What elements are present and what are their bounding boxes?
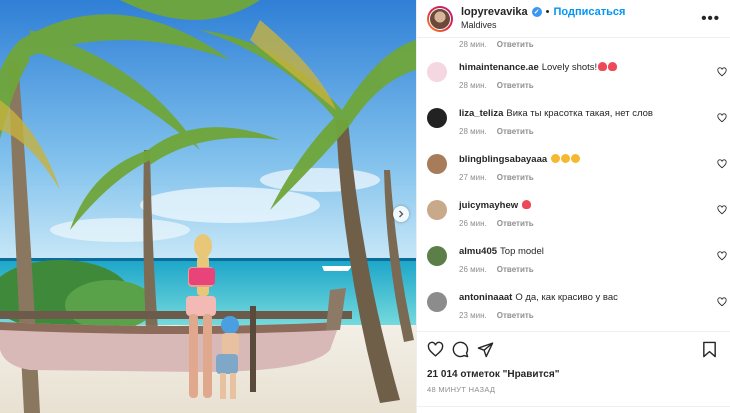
red-heart-icon xyxy=(522,200,532,209)
follow-button[interactable]: Подписаться xyxy=(554,6,626,19)
comment-text: Top model xyxy=(500,246,544,257)
reply-button[interactable]: Ответить xyxy=(497,311,534,320)
instagram-post: lopyrevavika ✓ • Подписаться Maldives ••… xyxy=(0,0,730,413)
comment-body: antoninaaat О да, как красиво у вас xyxy=(459,292,699,304)
more-options-button[interactable]: ••• xyxy=(701,10,720,27)
comment-body: blingblingsabayaaa xyxy=(459,154,699,166)
post-side-panel: lopyrevavika ✓ • Подписаться Maldives ••… xyxy=(416,0,730,413)
comment-meta: 26 мин. Ответить xyxy=(459,219,534,228)
comment-text: О да, как красиво у вас xyxy=(515,292,618,303)
comment-meta: 26 мин. Ответить xyxy=(459,265,534,274)
reply-button[interactable]: Ответить xyxy=(497,219,534,228)
reply-button[interactable]: Ответить xyxy=(497,40,534,49)
comments-list[interactable]: 28 мин. Ответить himaintenance.ae Lovely … xyxy=(417,38,730,331)
comment-text: Вика ты красотка такая, нет слов xyxy=(506,108,653,119)
comment-item: liza_teliza Вика ты красотка такая, нет с… xyxy=(427,106,727,148)
comment-meta: 28 мин. Ответить xyxy=(459,127,534,136)
post-photo[interactable] xyxy=(0,0,416,413)
comment-meta: 28 мин. Ответить xyxy=(459,81,534,90)
share-send-icon[interactable] xyxy=(477,341,494,358)
comment-item: almu405 Top model 26 мин. Ответить xyxy=(427,244,727,286)
comment-bubble-icon[interactable] xyxy=(452,341,469,358)
comment-meta: 23 мин. Ответить xyxy=(459,311,534,320)
comment-item: antoninaaat О да, как красиво у вас 23 мин… xyxy=(427,290,727,331)
commenter-username[interactable]: juicymayhew xyxy=(459,200,518,211)
comment-text: Lovely shots! xyxy=(541,62,598,73)
reply-button[interactable]: Ответить xyxy=(497,81,534,90)
post-header: lopyrevavika ✓ • Подписаться Maldives ••… xyxy=(417,0,730,38)
add-comment-row[interactable] xyxy=(417,406,730,413)
author-username[interactable]: lopyrevavika xyxy=(461,6,528,19)
commenter-avatar[interactable] xyxy=(427,154,447,174)
beach-palm-photo xyxy=(0,0,416,413)
comment-like-heart-icon[interactable] xyxy=(717,159,727,169)
comment-body: almu405 Top model xyxy=(459,246,699,258)
commenter-username[interactable]: antoninaaat xyxy=(459,292,512,303)
commenter-avatar[interactable] xyxy=(427,62,447,82)
commenter-username[interactable]: himaintenance.ae xyxy=(459,62,539,73)
separator-dot: • xyxy=(545,5,550,18)
commenter-avatar[interactable] xyxy=(427,246,447,266)
heart-eyes-icon xyxy=(561,154,571,163)
commenter-avatar[interactable] xyxy=(427,200,447,220)
commenter-avatar[interactable] xyxy=(427,292,447,312)
comment-like-heart-icon[interactable] xyxy=(717,297,727,307)
previous-comment-meta: 28 мин. Ответить xyxy=(459,40,534,49)
commenter-username[interactable]: liza_teliza xyxy=(459,108,503,119)
comment-like-heart-icon[interactable] xyxy=(717,251,727,261)
commenter-avatar[interactable] xyxy=(427,108,447,128)
comment-body: liza_teliza Вика ты красотка такая, нет с… xyxy=(459,108,699,120)
commenter-username[interactable]: almu405 xyxy=(459,246,497,257)
author-avatar[interactable] xyxy=(427,5,453,32)
verified-badge-icon: ✓ xyxy=(531,7,542,17)
comment-like-heart-icon[interactable] xyxy=(717,67,727,77)
heart-eyes-icon xyxy=(551,154,561,163)
comment-item: juicymayhew 26 мин. Ответить xyxy=(427,198,727,240)
comment-time: 26 мин. xyxy=(459,265,487,274)
comment-time: 28 мин. xyxy=(459,81,487,90)
red-heart-icon xyxy=(598,62,608,71)
comment-like-heart-icon[interactable] xyxy=(717,205,727,215)
comment-body: juicymayhew xyxy=(459,200,699,212)
post-location[interactable]: Maldives xyxy=(461,19,701,32)
comment-item: blingblingsabayaaa 27 мин. Ответить xyxy=(427,152,727,194)
post-time-ago: 48 минут назад xyxy=(427,385,496,394)
comment-like-heart-icon[interactable] xyxy=(717,113,727,123)
reply-button[interactable]: Ответить xyxy=(497,265,534,274)
comment-time: 23 мин. xyxy=(459,311,487,320)
reply-button[interactable]: Ответить xyxy=(497,127,534,136)
comment-body: himaintenance.ae Lovely shots! xyxy=(459,62,699,74)
likes-count[interactable]: 21 014 отметок "Нравится" xyxy=(427,369,559,380)
comment-time: 28 мин. xyxy=(459,40,487,49)
heart-eyes-icon xyxy=(571,154,581,163)
comment-time: 28 мин. xyxy=(459,127,487,136)
comment-time: 26 мин. xyxy=(459,219,487,228)
red-heart-icon xyxy=(608,62,618,71)
save-bookmark-icon[interactable] xyxy=(701,341,718,358)
chevron-right-icon xyxy=(399,210,404,218)
comment-meta: 27 мин. Ответить xyxy=(459,173,534,182)
reply-button[interactable]: Ответить xyxy=(497,173,534,182)
comment-time: 27 мин. xyxy=(459,173,487,182)
post-actions: 21 014 отметок "Нравится" 48 минут назад xyxy=(417,331,730,413)
commenter-username[interactable]: blingblingsabayaaa xyxy=(459,154,547,165)
comment-item: himaintenance.ae Lovely shots! 28 мин. Отве… xyxy=(427,60,727,102)
next-photo-button[interactable] xyxy=(393,206,409,222)
like-heart-icon[interactable] xyxy=(427,341,444,358)
